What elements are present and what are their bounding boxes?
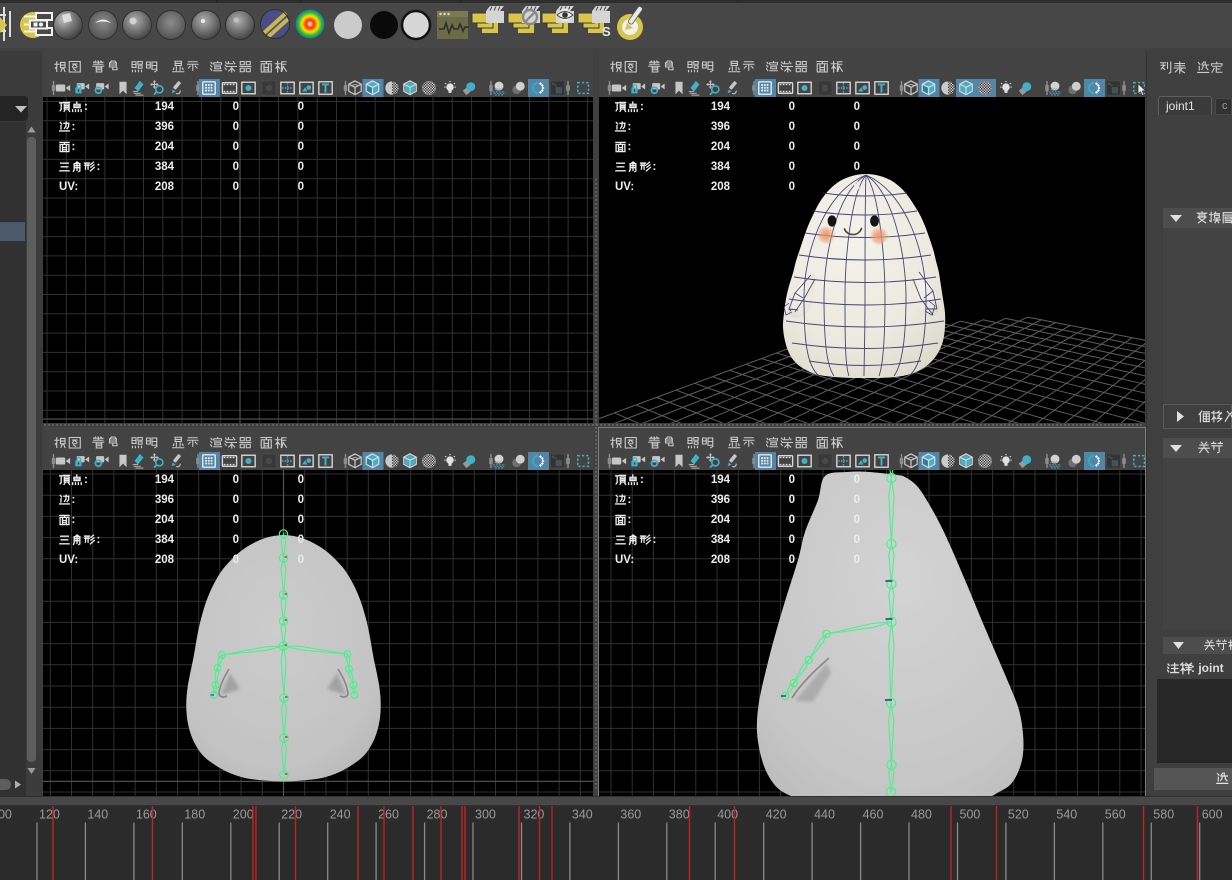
- svg-text:140: 140: [87, 808, 108, 822]
- svg-text:380: 380: [669, 808, 690, 822]
- svg-text:320: 320: [524, 808, 545, 822]
- svg-text:260: 260: [378, 808, 399, 822]
- svg-text:440: 440: [814, 808, 835, 822]
- svg-text:480: 480: [911, 808, 932, 822]
- svg-text:460: 460: [863, 808, 884, 822]
- svg-text:500: 500: [960, 808, 981, 822]
- svg-text:560: 560: [1105, 808, 1126, 822]
- svg-text:240: 240: [330, 808, 351, 822]
- svg-text:420: 420: [766, 808, 787, 822]
- svg-text:340: 340: [572, 808, 593, 822]
- svg-text:300: 300: [475, 808, 496, 822]
- svg-text:220: 220: [281, 808, 302, 822]
- svg-text:100: 100: [0, 808, 12, 822]
- svg-text:520: 520: [1008, 808, 1029, 822]
- svg-text:200: 200: [233, 808, 254, 822]
- svg-text:160: 160: [136, 808, 157, 822]
- svg-text:600: 600: [1202, 808, 1223, 822]
- svg-text:540: 540: [1056, 808, 1077, 822]
- svg-text:280: 280: [427, 808, 448, 822]
- svg-text:S: S: [602, 24, 611, 39]
- svg-text:580: 580: [1153, 808, 1174, 822]
- svg-text:360: 360: [620, 808, 641, 822]
- svg-text:120: 120: [39, 808, 60, 822]
- svg-text:180: 180: [184, 808, 205, 822]
